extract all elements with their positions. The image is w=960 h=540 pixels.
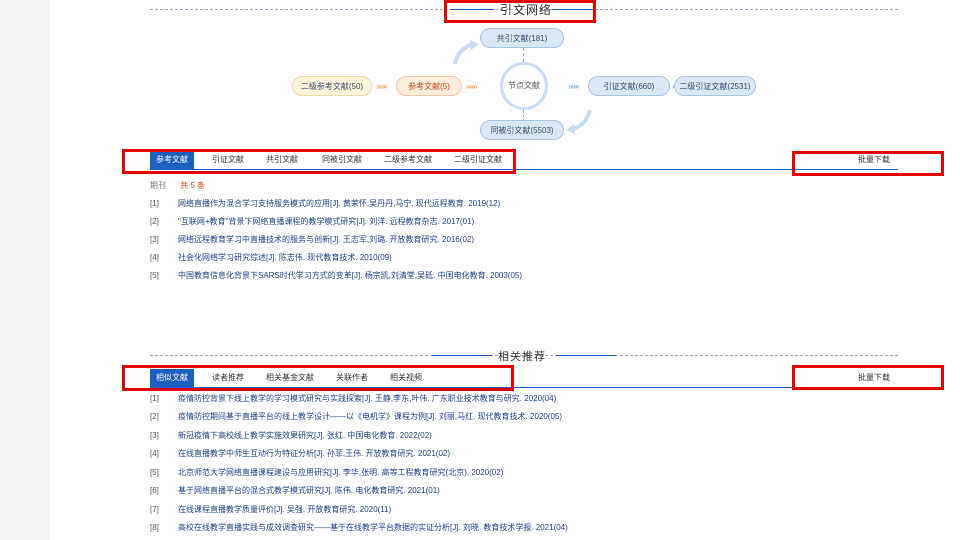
reference-category: 期刊: [150, 181, 166, 190]
list-item[interactable]: [4] 在线直播教学中师生互动行为特征分析[J]. 孙菲,王伟. 开放教育研究. …: [150, 448, 450, 460]
list-item-title[interactable]: 中国教育信息化背景下SARS时代学习方式的变革[J]. 杨宗凯,刘清堂,吴砥. …: [178, 271, 522, 280]
list-item-title[interactable]: 社会化网络学习研究综述[J]. 陈志伟. 现代教育技术. 2010(09): [178, 253, 392, 262]
list-item[interactable]: [6] 基于网络直播平台的混合式教学模式研究[J]. 陈伟. 电化教育研究. 20…: [150, 485, 440, 497]
title-dash-left: [432, 355, 492, 356]
curve-arrow-up-icon: [453, 40, 479, 65]
title-dash-right: [556, 355, 616, 356]
reference-count: 共 5 条: [180, 181, 206, 190]
highlight-box-reference-tabs: [122, 149, 516, 174]
list-item-title[interactable]: 北京师范大学网络直播课程建设与应用研究[J]. 李华,张明. 高等工程教育研究(…: [178, 468, 503, 477]
list-item-title[interactable]: 疫情防控期间基于直播平台的线上教学设计——以《电机学》课程为例[J]. 刘丽,马…: [178, 412, 562, 421]
list-index: [2]: [150, 412, 159, 421]
list-index: [7]: [150, 505, 159, 514]
list-index: [1]: [150, 199, 159, 208]
list-item-title[interactable]: 网络远程教育学习中直播技术的服务与创新[J]. 王志军,刘璐. 开放教育研究. …: [178, 235, 474, 244]
list-item-title[interactable]: 高校在线教学直播实践与成效调查研究——基于在线教学平台数据的实证分析[J]. 刘…: [178, 523, 568, 532]
list-item[interactable]: [4] 社会化网络学习研究综述[J]. 陈志伟. 现代教育技术. 2010(09): [150, 252, 392, 264]
list-index: [4]: [150, 253, 159, 262]
list-item-title[interactable]: 疫情防控背景下线上教学的学习模式研究与实践探索[J]. 王静,李东,叶伟. 广东…: [178, 394, 556, 403]
curve-arrow-down-icon: [566, 109, 592, 134]
highlight-box-related-tabs: [122, 365, 514, 391]
highlight-box-reference-export: [792, 151, 944, 176]
list-item-title[interactable]: 在线直播教学中师生互动行为特征分析[J]. 孙菲,王伟. 开放教育研究. 202…: [178, 449, 450, 458]
node-reference[interactable]: 参考文献(5): [396, 76, 462, 96]
list-index: [1]: [150, 394, 159, 403]
list-item[interactable]: [2] "互联网+教育"背景下网络直播课程的教学模式研究[J]. 刘洋. 远程教育…: [150, 216, 474, 228]
list-index: [4]: [150, 449, 159, 458]
node-co-citing[interactable]: 同被引文献(5503): [480, 120, 564, 140]
highlight-box-related-export: [792, 365, 944, 390]
list-index: [2]: [150, 217, 159, 226]
list-item-title[interactable]: 新冠疫情下高校线上教学实施效果研究[J]. 张红. 中国电化教育. 2022(0…: [178, 431, 432, 440]
list-item[interactable]: [5] 北京师范大学网络直播课程建设与应用研究[J]. 李华,张明. 高等工程教育…: [150, 467, 503, 479]
list-index: [5]: [150, 271, 159, 280]
list-item[interactable]: [1] 网络直播作为混合学习支持服务模式的应用[J]. 黄荣怀,吴丹丹,马宁. 现…: [150, 198, 500, 210]
list-item-title[interactable]: 在线课程直播教学质量评价[J]. 吴强. 开放教育研究. 2020(11): [178, 505, 391, 514]
list-item[interactable]: [8] 高校在线教学直播实践与成效调查研究——基于在线教学平台数据的实证分析[J]…: [150, 522, 568, 534]
reference-subhead: 期刊 共 5 条: [150, 180, 205, 191]
node-secondary-citing[interactable]: 二级引证文献(2531): [674, 76, 756, 96]
list-item[interactable]: [2] 疫情防控期间基于直播平台的线上教学设计——以《电机学》课程为例[J]. 刘…: [150, 411, 562, 423]
list-item[interactable]: [3] 网络远程教育学习中直播技术的服务与创新[J]. 王志军,刘璐. 开放教育研…: [150, 234, 474, 246]
list-item[interactable]: [1] 疫情防控背景下线上教学的学习模式研究与实践探索[J]. 王静,李东,叶伟.…: [150, 393, 556, 405]
node-citing[interactable]: 引证文献(660): [588, 76, 670, 96]
center-node: 节点文献: [500, 62, 548, 110]
list-item[interactable]: [5] 中国教育信息化背景下SARS时代学习方式的变革[J]. 杨宗凯,刘清堂,吴…: [150, 270, 522, 282]
highlight-box-network-title: [444, 0, 596, 23]
list-item[interactable]: [7] 在线课程直播教学质量评价[J]. 吴强. 开放教育研究. 2020(11): [150, 504, 391, 516]
list-index: [6]: [150, 486, 159, 495]
list-index: [5]: [150, 468, 159, 477]
list-item-title[interactable]: 网络直播作为混合学习支持服务模式的应用[J]. 黄荣怀,吴丹丹,马宁. 现代远程…: [178, 199, 500, 208]
list-index: [3]: [150, 431, 159, 440]
list-index: [8]: [150, 523, 159, 532]
node-co-cited[interactable]: 共引文献(181): [480, 28, 564, 48]
list-item[interactable]: [3] 新冠疫情下高校线上教学实施效果研究[J]. 张红. 中国电化教育. 202…: [150, 430, 432, 442]
related-title: 相关推荐: [498, 351, 546, 363]
arrows-orange-icon: »»»: [376, 82, 387, 91]
related-section-header: 相关推荐: [150, 346, 898, 364]
list-index: [3]: [150, 235, 159, 244]
left-gutter: [0, 0, 50, 540]
node-secondary-reference[interactable]: 二级参考文献(50): [292, 76, 372, 96]
list-item-title[interactable]: "互联网+教育"背景下网络直播课程的教学模式研究[J]. 刘洋. 远程教育杂志.…: [178, 217, 474, 226]
list-item-title[interactable]: 基于网络直播平台的混合式教学模式研究[J]. 陈伟. 电化教育研究. 2021(…: [178, 486, 440, 495]
connector-top: [523, 48, 524, 62]
arrows-blue-icon: »»»: [568, 82, 579, 91]
arrows-orange-icon: »»»: [466, 82, 477, 91]
